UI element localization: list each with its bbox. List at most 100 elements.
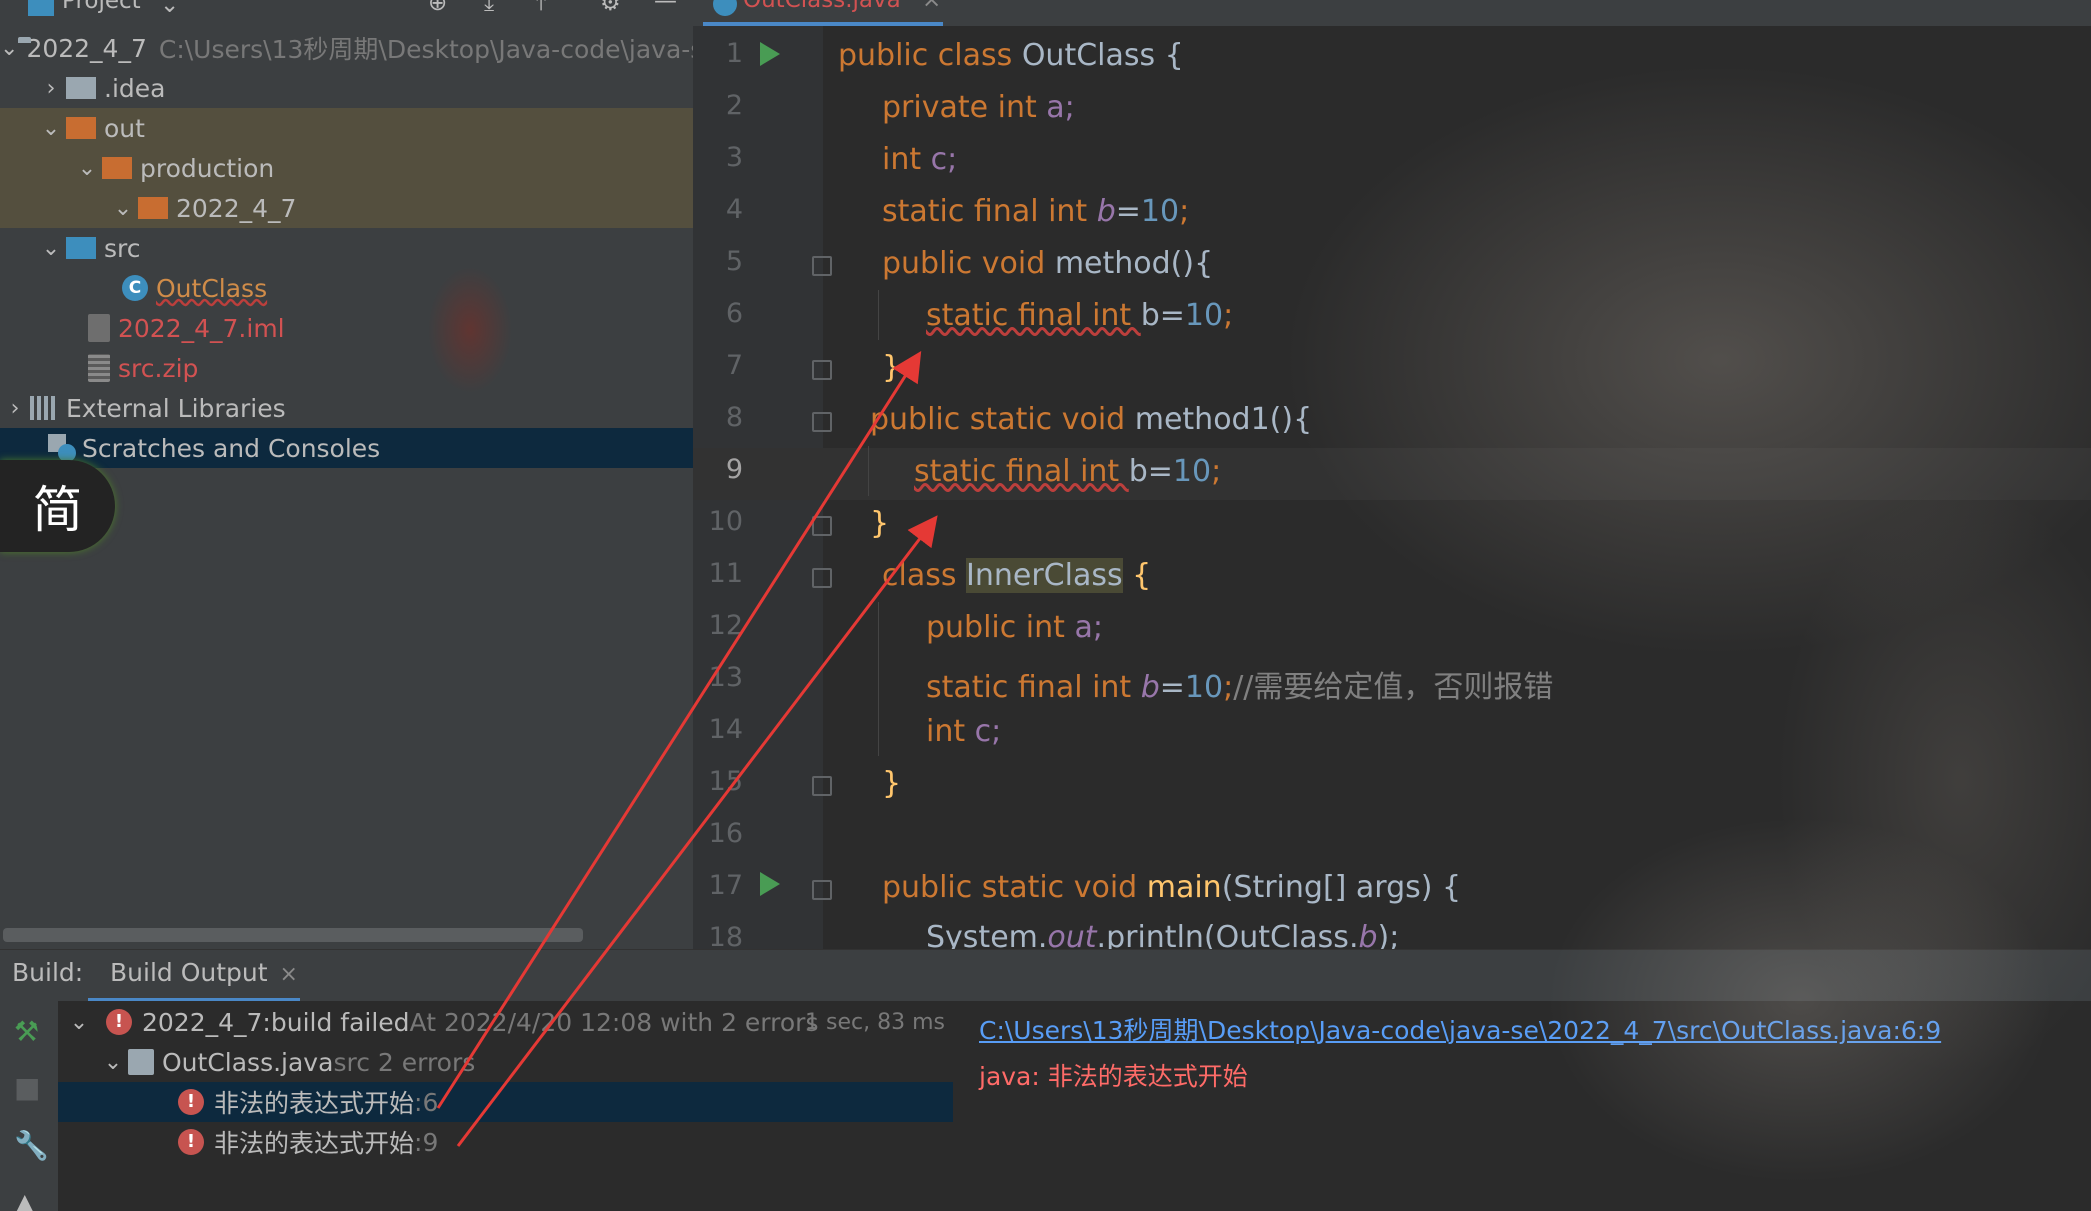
line-number: 1 [725, 38, 743, 69]
java-class-icon: C [122, 275, 148, 301]
fold-icon[interactable] [812, 360, 832, 380]
code-token: method1(){ [1134, 402, 1313, 437]
code-comment: //需要给定值，否则报错 [1233, 670, 1554, 705]
code-token: method(){ [1054, 246, 1214, 281]
build-file-row[interactable]: ⌄ OutClass.java src 2 errors [58, 1042, 953, 1082]
scratches-icon [48, 434, 78, 462]
code-token: out [1047, 920, 1097, 949]
code-token: b= [1140, 298, 1185, 333]
build-status: build failed [270, 1007, 410, 1037]
code-token: b [1096, 194, 1116, 229]
line-number: 7 [725, 350, 743, 381]
project-panel-title[interactable]: Project [62, 0, 141, 14]
run-icon[interactable] [760, 42, 780, 66]
tree-item-external-libraries[interactable]: › External Libraries [0, 388, 693, 428]
expand-all-icon[interactable]: ⤓ [484, 0, 494, 16]
chevron-down-icon[interactable]: ⌄ [72, 156, 102, 181]
tree-item-label: External Libraries [66, 393, 286, 423]
chevron-right-icon[interactable]: › [0, 396, 30, 421]
ime-mode-badge[interactable]: 简 [0, 460, 115, 552]
tree-item-label: src [104, 233, 141, 263]
code-token: public void [882, 246, 1055, 281]
tree-item-label: Scratches and Consoles [82, 433, 381, 463]
horizontal-scrollbar[interactable] [3, 928, 583, 942]
error-location-link[interactable]: C:\Users\13秒周期\Desktop\Java-code\java-se… [979, 1011, 1941, 1047]
tab-build-output[interactable]: Build Output × [88, 950, 300, 1002]
module-file-icon [88, 314, 110, 342]
chevron-right-icon[interactable]: › [36, 76, 66, 101]
locate-icon[interactable]: ⊕ [428, 0, 447, 16]
code-token: a; [1074, 610, 1103, 645]
gear-icon[interactable]: ⚙ [600, 0, 621, 16]
arrow-up-icon[interactable]: ▲ [14, 1187, 36, 1211]
minimize-icon[interactable]: — [654, 0, 677, 14]
tree-item-label: production [140, 153, 275, 183]
line-number: 5 [725, 246, 743, 277]
build-summary-row[interactable]: ⌄ ! 2022_4_7: build failed At 2022/4/20 … [58, 1002, 953, 1042]
code-token: public int [926, 610, 1075, 645]
chevron-down-icon[interactable]: ⌄ [0, 36, 18, 61]
code-token: ; [1179, 194, 1190, 229]
fold-icon[interactable] [812, 256, 832, 276]
code-line: public static void method1(){ [870, 402, 1312, 437]
run-icon[interactable] [760, 872, 780, 896]
close-icon[interactable]: × [280, 962, 298, 987]
tree-item-iml[interactable]: 2022_4_7.iml [0, 308, 693, 348]
tree-item-scratches[interactable]: Scratches and Consoles [0, 428, 693, 468]
project-panel: Project ⌄ ⊕ ⤓ ⤒ ⚙ — ⌄ 2022_4_7 C:\Users\… [0, 0, 693, 949]
fold-icon[interactable] [812, 516, 832, 536]
close-icon[interactable]: × [922, 0, 941, 13]
error-line: :6 [414, 1087, 439, 1117]
hammer-icon[interactable]: ⚒ [14, 1015, 39, 1048]
stop-icon[interactable]: ■ [14, 1071, 40, 1104]
editor-tab-outclass[interactable]: OutClass.java × [703, 0, 943, 26]
chevron-down-icon[interactable]: ⌄ [64, 1010, 94, 1035]
current-line-highlight [693, 448, 2091, 500]
code-token: { [1122, 558, 1152, 593]
chevron-down-icon[interactable]: ⌄ [98, 1050, 128, 1075]
tree-item-production[interactable]: ⌄ production [0, 148, 693, 188]
chevron-down-icon[interactable]: ⌄ [36, 116, 66, 141]
code-token: public static void [870, 402, 1135, 437]
tree-item-srczip[interactable]: src.zip [0, 348, 693, 388]
chevron-down-icon[interactable]: ⌄ [36, 236, 66, 261]
tree-item-idea[interactable]: › .idea [0, 68, 693, 108]
error-icon: ! [178, 1129, 204, 1155]
error-line: :9 [414, 1127, 439, 1157]
collapse-all-icon[interactable]: ⤒ [536, 0, 546, 16]
tree-item-label: 2022_4_7 [26, 33, 147, 63]
code-line: int c; [926, 714, 1001, 749]
fold-icon[interactable] [812, 776, 832, 796]
code-token: 10 [1184, 298, 1224, 333]
build-error-row[interactable]: ! 非法的表达式开始 :9 [58, 1122, 953, 1162]
fold-icon[interactable] [812, 880, 832, 900]
tree-item-out[interactable]: ⌄ out [0, 108, 693, 148]
code-line: public void method(){ [882, 246, 1213, 281]
ide-window: { "project_panel": { "header": "Project"… [0, 0, 2091, 1211]
code-token: static final int [882, 194, 1097, 229]
fold-icon[interactable] [812, 568, 832, 588]
tree-item-output-module[interactable]: ⌄ 2022_4_7 [0, 188, 693, 228]
chevron-down-icon[interactable]: ⌄ [160, 0, 179, 18]
tab-label: Build Output [110, 958, 268, 987]
chevron-down-icon[interactable]: ⌄ [108, 196, 138, 221]
build-label: Build: [12, 958, 84, 987]
build-error-row[interactable]: ! 非法的表达式开始 :6 [58, 1082, 953, 1122]
code-line: public class OutClass { [838, 38, 1184, 73]
code-token: static final int [926, 298, 1141, 333]
code-line: public static void main(String[] args) { [882, 870, 1461, 905]
build-tool-window-header: Build: Build Output × [0, 949, 2091, 1002]
tree-item-outclass[interactable]: C OutClass [0, 268, 693, 308]
wrench-icon[interactable]: 🔧 [14, 1129, 49, 1162]
fold-icon[interactable] [812, 412, 832, 432]
code-line: class InnerClass { [882, 558, 1151, 593]
code-line: } [882, 766, 901, 801]
tree-item-root[interactable]: ⌄ 2022_4_7 C:\Users\13秒周期\Desktop\Java-c… [0, 28, 693, 68]
line-number: 10 [708, 506, 743, 537]
code-token: ; [1211, 454, 1222, 489]
tree-item-src[interactable]: ⌄ src [0, 228, 693, 268]
java-file-icon [128, 1049, 154, 1075]
line-number: 9 [725, 454, 743, 485]
code-token: System. [926, 920, 1048, 949]
build-detail-console: C:\Users\13秒周期\Desktop\Java-code\java-se… [953, 1001, 2091, 1211]
